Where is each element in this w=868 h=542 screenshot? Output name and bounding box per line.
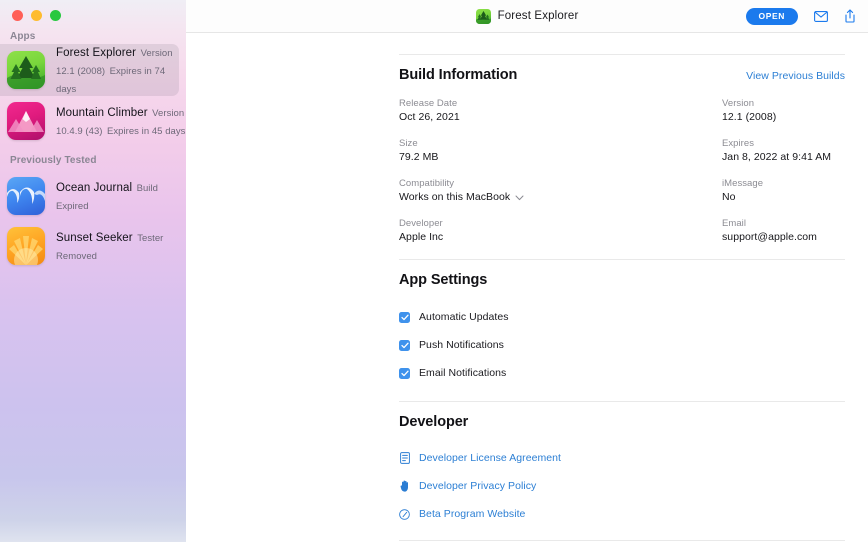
view-previous-builds-link[interactable]: View Previous Builds (746, 70, 845, 82)
field-label: Release Date (399, 97, 722, 110)
field-expires: Expires Jan 8, 2022 at 9:41 AM (722, 137, 845, 165)
sunset-app-icon (7, 227, 45, 265)
toolbar: Forest Explorer OPEN (186, 0, 868, 33)
ocean-app-icon (7, 177, 45, 215)
app-name: Mountain Climber (56, 107, 148, 119)
setting-email-notifications[interactable]: Email Notifications (399, 359, 845, 387)
sidebar-item-ocean-journal[interactable]: Ocean Journal Build Expired (0, 170, 186, 222)
sidebar-item-text: Mountain Climber Version 10.4.9 (43) Exp… (56, 103, 186, 139)
sidebar-item-mountain-climber[interactable]: Mountain Climber Version 10.4.9 (43) Exp… (0, 95, 186, 147)
field-label: Developer (399, 217, 722, 230)
checkbox-automatic-updates[interactable] (399, 312, 410, 323)
field-compatibility[interactable]: Compatibility Works on this MacBook (399, 177, 722, 205)
app-name: Forest Explorer (56, 47, 136, 59)
link-label: Developer Privacy Policy (419, 480, 536, 492)
section-title: App Settings (399, 272, 845, 288)
beta-program-website-link[interactable]: Beta Program Website (399, 500, 845, 528)
close-window-button[interactable] (12, 10, 23, 21)
compatibility-dropdown[interactable]: Works on this MacBook (399, 190, 722, 205)
page-title: Forest Explorer (498, 10, 579, 22)
sidebar: Apps Forest Explorer Version 12.1 (2008)… (0, 0, 186, 542)
field-value: 79.2 MB (399, 150, 722, 165)
envelope-icon[interactable] (814, 11, 828, 22)
safari-compass-icon (399, 508, 410, 520)
sidebar-item-text: Sunset Seeker Tester Removed (56, 228, 186, 264)
setting-label: Email Notifications (419, 367, 506, 379)
link-label: Beta Program Website (419, 508, 525, 520)
setting-automatic-updates[interactable]: Automatic Updates (399, 303, 845, 331)
content-scroll-area: Build Information View Previous Builds R… (186, 33, 868, 542)
checkbox-email-notifications[interactable] (399, 368, 410, 379)
minimize-window-button[interactable] (31, 10, 42, 21)
window-traffic-lights (12, 10, 61, 21)
developer-privacy-policy-link[interactable]: Developer Privacy Policy (399, 472, 845, 500)
field-value: support@apple.com (722, 230, 845, 245)
field-label: Expires (722, 137, 845, 150)
field-label: Version (722, 97, 845, 110)
field-value: 12.1 (2008) (722, 110, 845, 125)
field-imessage: iMessage No (722, 177, 845, 205)
field-release-date: Release Date Oct 26, 2021 (399, 97, 722, 125)
field-value: Oct 26, 2021 (399, 110, 722, 125)
share-icon[interactable] (844, 9, 856, 23)
document-icon (399, 452, 410, 464)
field-value: Jan 8, 2022 at 9:41 AM (722, 150, 845, 165)
forest-app-icon (7, 51, 45, 89)
main-content: Forest Explorer OPEN (186, 0, 868, 542)
toolbar-actions: OPEN (746, 8, 857, 25)
developer-links: Developer License Agreement Developer Pr… (399, 444, 845, 528)
field-version: Version 12.1 (2008) (722, 97, 845, 125)
sidebar-section-header-previously-tested: Previously Tested (10, 155, 97, 166)
section-title: Developer (399, 414, 845, 430)
field-label: Compatibility (399, 177, 722, 190)
field-email: Email support@apple.com (722, 217, 845, 245)
app-expiry: Expires in 45 days (107, 126, 186, 137)
sidebar-item-text: Ocean Journal Build Expired (56, 178, 186, 214)
sidebar-section-header-apps: Apps (10, 31, 35, 42)
field-label: Size (399, 137, 722, 150)
field-value: Apple Inc (399, 230, 722, 245)
app-settings-section: App Settings Automatic Updates Push Noti… (186, 260, 868, 387)
sidebar-item-text: Forest Explorer Version 12.1 (2008) Expi… (56, 43, 186, 97)
field-label: iMessage (722, 177, 845, 190)
chevron-down-icon[interactable] (515, 195, 524, 201)
sidebar-item-sunset-seeker[interactable]: Sunset Seeker Tester Removed (0, 220, 186, 272)
developer-section: Developer Developer License Agreement (186, 402, 868, 528)
mountain-app-icon (7, 102, 45, 140)
zoom-window-button[interactable] (50, 10, 61, 21)
checkbox-push-notifications[interactable] (399, 340, 410, 351)
setting-label: Automatic Updates (419, 311, 509, 323)
setting-label: Push Notifications (419, 339, 504, 351)
field-label: Email (722, 217, 845, 230)
app-window: Apps Forest Explorer Version 12.1 (2008)… (0, 0, 868, 542)
app-name: Ocean Journal (56, 182, 132, 194)
build-information-fields: Release Date Oct 26, 2021 Version 12.1 (… (399, 97, 845, 245)
setting-push-notifications[interactable]: Push Notifications (399, 331, 845, 359)
app-name: Sunset Seeker (56, 232, 133, 244)
forest-app-icon (476, 9, 491, 24)
section-title: Build Information (399, 67, 517, 83)
open-button[interactable]: OPEN (746, 8, 799, 25)
build-information-header: Build Information View Previous Builds (399, 67, 845, 83)
field-developer: Developer Apple Inc (399, 217, 722, 245)
field-value: Works on this MacBook (399, 190, 510, 205)
app-settings-options: Automatic Updates Push Notifications Ema… (399, 303, 845, 387)
field-value: No (722, 190, 845, 205)
developer-license-agreement-link[interactable]: Developer License Agreement (399, 444, 845, 472)
link-label: Developer License Agreement (419, 452, 561, 464)
build-information-section: Build Information View Previous Builds R… (186, 55, 868, 245)
hand-raised-icon (399, 480, 410, 492)
sidebar-item-forest-explorer[interactable]: Forest Explorer Version 12.1 (2008) Expi… (0, 44, 186, 96)
field-size: Size 79.2 MB (399, 137, 722, 165)
